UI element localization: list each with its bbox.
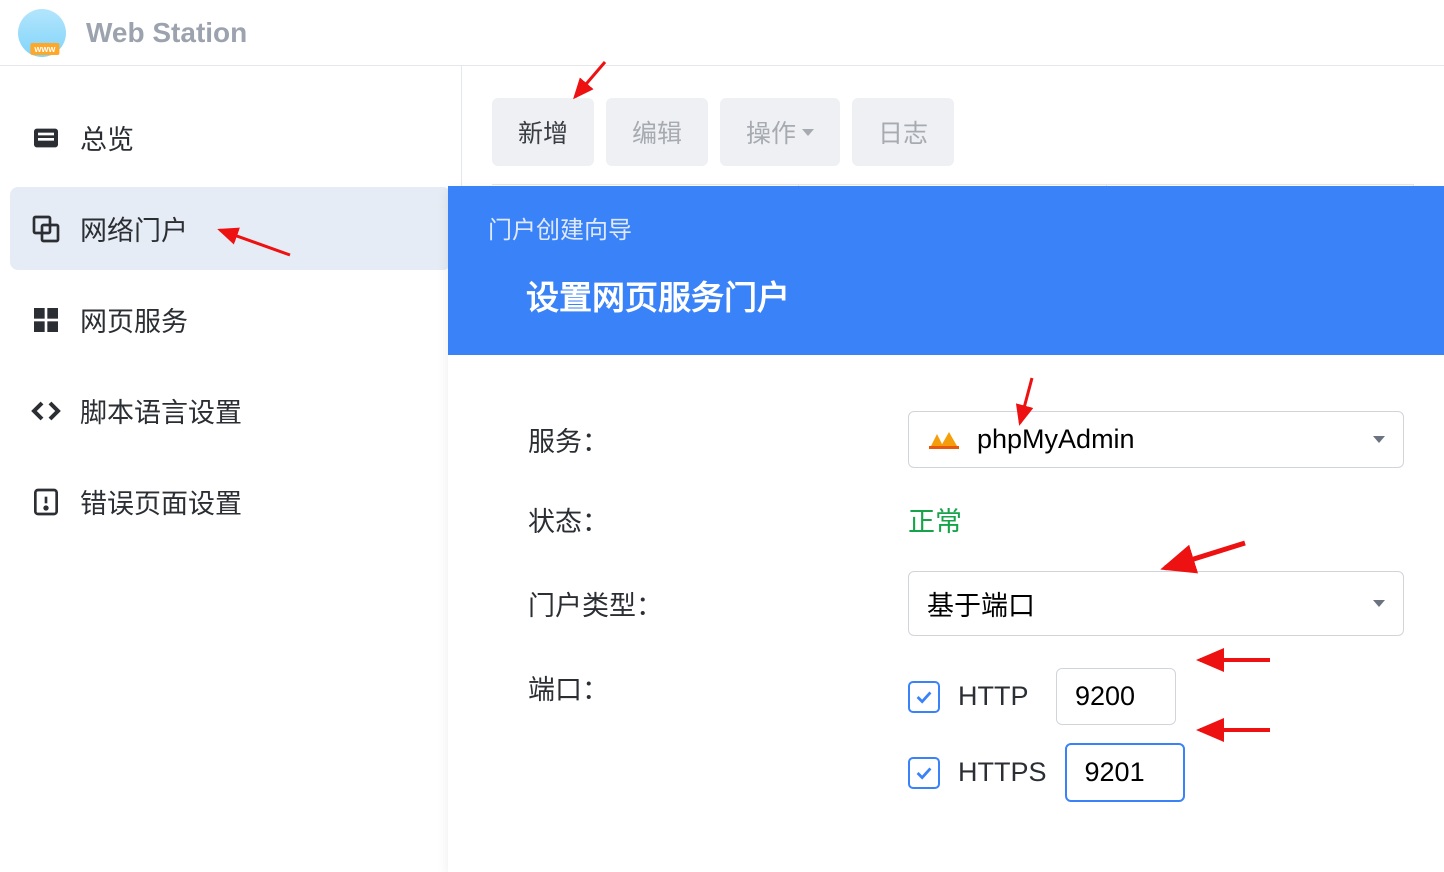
type-label: 门户类型： (528, 584, 908, 623)
http-port-input[interactable] (1056, 668, 1176, 725)
sidebar-item-label: 网页服务 (80, 300, 188, 339)
sidebar-item-label: 总览 (80, 118, 134, 157)
port-https-row: HTTPS (908, 743, 1185, 802)
action-button-label: 操作 (746, 114, 796, 150)
sidebar-item-overview[interactable]: 总览 (10, 96, 451, 179)
wizard-body: 服务： phpMyAdmin 状态： 正常 (448, 355, 1444, 872)
errorpage-icon (30, 486, 62, 518)
script-icon (30, 395, 62, 427)
service-select[interactable]: phpMyAdmin (908, 411, 1404, 468)
port-label: 端口： (528, 668, 908, 707)
edit-button[interactable]: 编辑 (606, 98, 708, 166)
phpmyadmin-icon (927, 430, 967, 450)
form-row-type: 门户类型： 基于端口 (528, 571, 1404, 636)
form-row-service: 服务： phpMyAdmin (528, 411, 1404, 468)
overview-icon (30, 122, 62, 154)
main-panel: 新增 编辑 操作 日志 门户创建向导 设置网页服务门户 服务： (462, 66, 1444, 767)
action-button[interactable]: 操作 (720, 98, 840, 166)
form-row-status: 状态： 正常 (528, 500, 1404, 539)
sidebar-item-portal[interactable]: 网络门户 (10, 187, 451, 270)
log-button[interactable]: 日志 (852, 98, 954, 166)
sidebar-item-label: 网络门户 (80, 209, 188, 248)
app-header: Web Station (0, 0, 1444, 66)
status-value: 正常 (908, 500, 962, 539)
sidebar-item-webservice[interactable]: 网页服务 (10, 278, 451, 361)
caret-down-icon (802, 129, 814, 136)
https-label: HTTPS (958, 757, 1047, 788)
form-row-port: 端口： HTTP HTTP (528, 668, 1404, 820)
caret-down-icon (1373, 600, 1385, 607)
app-title: Web Station (86, 17, 247, 49)
https-port-input[interactable] (1065, 743, 1185, 802)
http-checkbox[interactable] (908, 681, 940, 713)
app-logo-icon (18, 9, 66, 57)
https-checkbox[interactable] (908, 757, 940, 789)
wizard-dialog: 门户创建向导 设置网页服务门户 服务： phpMyAdmin (448, 186, 1444, 872)
sidebar-item-label: 脚本语言设置 (80, 391, 242, 430)
http-label: HTTP (958, 681, 1038, 712)
sidebar: 总览 网络门户 网页服务 脚本语言设置 错误页面设置 (0, 66, 462, 767)
service-value: phpMyAdmin (977, 424, 1135, 455)
webservice-icon (30, 304, 62, 336)
status-label: 状态： (528, 500, 908, 539)
wizard-title: 设置网页服务门户 (488, 271, 1404, 319)
service-label: 服务： (528, 420, 908, 459)
toolbar: 新增 编辑 操作 日志 (492, 98, 1414, 166)
port-config: HTTP HTTPS (908, 668, 1185, 820)
sidebar-item-label: 错误页面设置 (80, 482, 242, 521)
content-area: 总览 网络门户 网页服务 脚本语言设置 错误页面设置 (0, 66, 1444, 767)
wizard-header: 门户创建向导 设置网页服务门户 (448, 186, 1444, 355)
caret-down-icon (1373, 436, 1385, 443)
add-button[interactable]: 新增 (492, 98, 594, 166)
type-select[interactable]: 基于端口 (908, 571, 1404, 636)
portal-icon (30, 213, 62, 245)
wizard-breadcrumb: 门户创建向导 (488, 210, 1404, 245)
port-http-row: HTTP (908, 668, 1185, 725)
type-value: 基于端口 (927, 584, 1035, 623)
sidebar-item-script[interactable]: 脚本语言设置 (10, 369, 451, 452)
sidebar-item-errorpage[interactable]: 错误页面设置 (10, 460, 451, 543)
